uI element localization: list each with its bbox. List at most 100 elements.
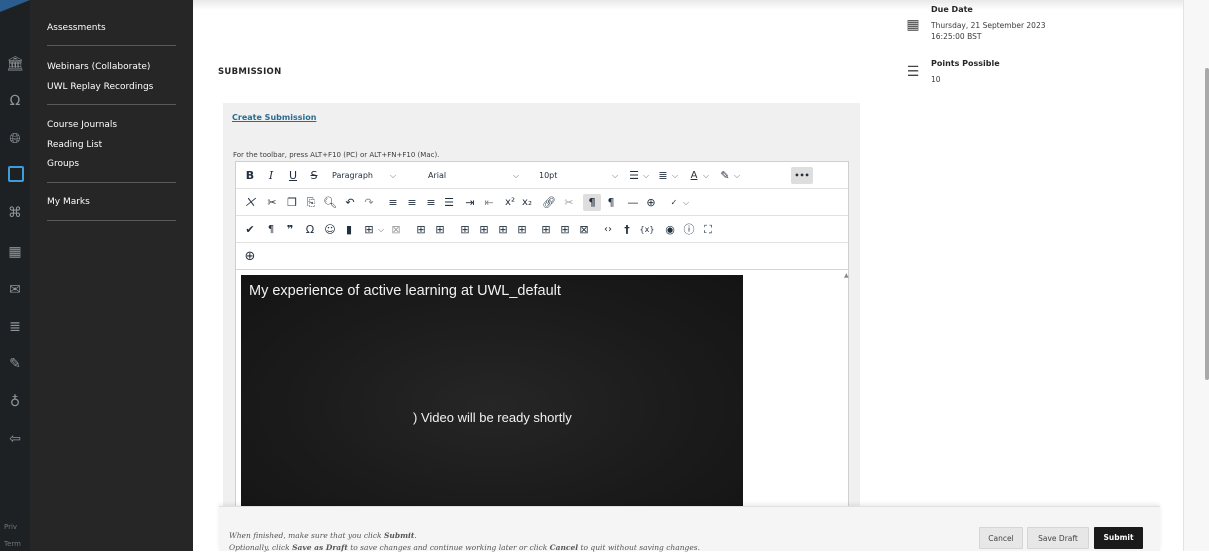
table-icon[interactable]: ⊞ [362, 221, 376, 238]
chevron-down-icon[interactable]: ⌵ [701, 167, 711, 184]
ltr-direction-icon[interactable]: ¶ [583, 194, 601, 211]
menu-item-my-marks[interactable]: My Marks [47, 197, 90, 207]
special-character-icon[interactable]: Ω [302, 221, 318, 238]
subscript-icon[interactable]: x₂ [519, 194, 535, 211]
chevron-down-icon[interactable]: ⌵ [388, 167, 398, 184]
align-right-icon[interactable]: ≡ [423, 194, 439, 211]
table-split-icon[interactable]: ⊞ [495, 221, 511, 238]
clear-formatting-icon[interactable]: ⨉ [242, 194, 258, 211]
messages-icon[interactable]: ✉ [6, 281, 24, 299]
blockquote-icon[interactable]: ❞ [282, 221, 298, 238]
justify-icon[interactable]: ☰ [441, 194, 457, 211]
menu-item-reading-list[interactable]: Reading List [47, 140, 102, 150]
outdent-icon[interactable]: ⇤ [481, 194, 497, 211]
bullet-list-icon[interactable]: ☰ [627, 167, 641, 184]
privacy-link[interactable]: Priv [4, 523, 17, 531]
rtl-direction-icon[interactable]: ¶ [603, 194, 619, 211]
scroll-up-arrow[interactable]: ▲ [844, 272, 849, 279]
paragraph-mark-icon[interactable]: ¶ [263, 221, 279, 238]
globe-icon[interactable]: 🌐︎ [6, 130, 24, 148]
spellcheck-icon[interactable]: ✓ [667, 194, 681, 211]
profile-icon[interactable]: Ω [6, 92, 24, 110]
chevron-down-icon[interactable]: ⌵ [610, 167, 620, 184]
institution-icon[interactable]: 🏛︎ [6, 55, 24, 73]
strikethrough-button[interactable]: S [306, 167, 322, 184]
link-icon[interactable]: 🔗︎ [541, 194, 557, 211]
cut-icon[interactable]: ✂ [264, 194, 280, 211]
more-options-button[interactable]: ••• [791, 167, 813, 184]
redo-icon[interactable]: ↷ [361, 194, 377, 211]
copy-icon[interactable]: ❐ [284, 194, 300, 211]
paragraph-select[interactable]: Paragraph [332, 167, 388, 184]
horizontal-line-icon[interactable]: — [625, 194, 641, 211]
highlight-color-icon[interactable]: ✎ [718, 167, 732, 184]
text-color-icon[interactable]: A [687, 167, 701, 184]
help-icon[interactable]: ⓘ [681, 221, 697, 238]
tools-icon[interactable]: ♁ [6, 393, 24, 411]
indent-icon[interactable]: ⇥ [462, 194, 478, 211]
undo-icon[interactable]: ↶ [342, 194, 358, 211]
numbered-list-icon[interactable]: ≣ [656, 167, 670, 184]
section-title: SUBMISSION [218, 67, 282, 77]
chevron-down-icon[interactable]: ⌵ [670, 167, 680, 184]
table-cell-props-icon[interactable]: ⊞ [538, 221, 554, 238]
menu-item-groups[interactable]: Groups [47, 159, 79, 169]
menu-item-assessments[interactable]: Assessments [47, 23, 106, 33]
table-row-after-icon[interactable]: ⊞ [432, 221, 448, 238]
find-icon[interactable]: 🔍︎ [322, 194, 338, 211]
chevron-down-icon[interactable]: ⌵ [641, 167, 651, 184]
bookmark-icon[interactable]: ▮ [341, 221, 357, 238]
global-nav-rail: 🏛︎ Ω 🌐︎ ⌘ ▦ ✉ ≣ ✎ ♁ ⇦ Priv Term [0, 0, 30, 551]
due-date-label: Due Date [931, 5, 973, 14]
table-row-props-icon[interactable]: ⊞ [557, 221, 573, 238]
italic-button[interactable]: I [263, 167, 279, 184]
instruction-text: . [414, 531, 417, 540]
points-value: 10 [931, 75, 941, 84]
menu-item-webinars[interactable]: Webinars (Collaborate) [47, 62, 150, 72]
chevron-down-icon[interactable]: ⌵ [511, 167, 521, 184]
table-col-before-icon[interactable]: ⊞ [457, 221, 473, 238]
table-merge-icon[interactable]: ⊞ [514, 221, 530, 238]
courses-icon[interactable] [8, 166, 24, 182]
organizations-icon[interactable]: ⌘ [6, 204, 24, 222]
superscript-icon[interactable]: x² [502, 194, 518, 211]
unlink-icon[interactable]: ✂ [561, 194, 577, 211]
accessibility-checker-icon[interactable]: ✔ [242, 221, 258, 238]
terms-link[interactable]: Term [4, 540, 21, 548]
underline-button[interactable]: U [285, 167, 301, 184]
chevron-down-icon[interactable]: ⌵ [732, 167, 742, 184]
sign-out-icon[interactable]: ⇦ [6, 430, 24, 448]
insert-icon[interactable]: ⊕ [643, 194, 659, 211]
menu-item-journals[interactable]: Course Journals [47, 120, 117, 130]
chevron-down-icon[interactable]: ⌵ [681, 194, 691, 211]
math-equation-icon[interactable]: {x} [639, 221, 655, 238]
calendar-icon[interactable]: ▦ [6, 243, 24, 261]
cancel-button[interactable]: Cancel [979, 527, 1023, 549]
font-family-select[interactable]: Arial [428, 167, 488, 184]
paste-icon[interactable]: ⎘ [303, 194, 319, 211]
submit-button[interactable]: Submit [1094, 527, 1143, 549]
table-row-before-icon[interactable]: ⊞ [413, 221, 429, 238]
align-left-icon[interactable]: ≡ [385, 194, 401, 211]
assist-icon[interactable]: ✎ [6, 355, 24, 373]
table-col-after-icon[interactable]: ⊞ [476, 221, 492, 238]
font-size-select[interactable]: 10pt [539, 167, 589, 184]
page-scrollbar[interactable] [1205, 68, 1209, 380]
chevron-down-icon[interactable]: ⌵ [376, 221, 386, 238]
menu-divider [47, 104, 176, 105]
add-content-icon[interactable]: ⊕ [241, 248, 259, 265]
align-center-icon[interactable]: ≡ [404, 194, 420, 211]
preview-icon[interactable]: ◉ [662, 221, 678, 238]
table-delete-icon[interactable]: ⊠ [388, 221, 404, 238]
source-code-icon[interactable]: ‹› [600, 221, 616, 238]
menu-item-replay[interactable]: UWL Replay Recordings [47, 82, 153, 92]
fullscreen-icon[interactable]: ⛶ [700, 221, 716, 238]
create-submission-link[interactable]: Create Submission [232, 113, 316, 122]
grades-icon[interactable]: ≣ [6, 318, 24, 336]
emoji-icon[interactable]: ☺ [322, 221, 338, 238]
accessibility-icon[interactable]: † [619, 221, 635, 238]
bold-button[interactable]: B [242, 167, 258, 184]
table-delete-row-icon[interactable]: ⊠ [576, 221, 592, 238]
save-draft-button[interactable]: Save Draft [1027, 527, 1089, 549]
video-embed[interactable]: My experience of active learning at UWL_… [241, 275, 743, 513]
